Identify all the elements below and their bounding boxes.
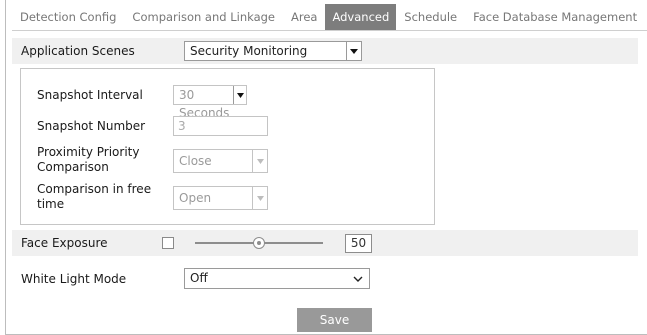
comparison-free-time-select[interactable]: Open [173,186,268,210]
comparison-free-time-label: Comparison in free time [37,182,152,211]
chevron-down-icon [350,269,365,288]
tab-divider [12,30,647,31]
white-light-mode-label: White Light Mode [21,272,127,286]
face-exposure-slider-thumb[interactable] [253,237,265,249]
chevron-down-icon [233,86,246,104]
application-scenes-value: Security Monitoring [190,44,308,58]
snapshot-number-input[interactable]: 3 [173,116,268,136]
tab-face-database-management[interactable]: Face Database Management [465,4,645,30]
tab-comparison-linkage[interactable]: Comparison and Linkage [124,4,283,30]
white-light-mode-value: Off [190,271,208,285]
snapshot-interval-select[interactable]: 30 Seconds [173,85,247,120]
chevron-down-icon [346,42,361,60]
tab-bar: Detection Config Comparison and Linkage … [12,4,645,30]
application-scenes-select[interactable]: Security Monitoring [184,41,362,61]
comparison-free-time-value: Open [179,191,212,205]
tab-area[interactable]: Area [283,4,325,30]
snapshot-number-label: Snapshot Number [37,119,146,133]
face-exposure-label: Face Exposure [21,236,108,250]
chevron-down-icon [252,187,267,209]
proximity-priority-label: Proximity Priority Comparison [37,145,140,174]
white-light-mode-select[interactable]: Off [184,268,370,289]
save-button[interactable]: Save [297,308,372,332]
proximity-priority-select[interactable]: Close [173,149,268,173]
chevron-down-icon [252,150,267,172]
application-scenes-label: Application Scenes [21,44,135,58]
tab-detection-config[interactable]: Detection Config [12,4,124,30]
face-exposure-checkbox[interactable] [162,237,174,249]
snapshot-interval-label: Snapshot Interval [37,88,143,102]
proximity-priority-value: Close [179,154,212,168]
tab-schedule[interactable]: Schedule [396,4,465,30]
face-exposure-value: 50 [345,234,372,253]
tab-advanced[interactable]: Advanced [325,4,397,30]
